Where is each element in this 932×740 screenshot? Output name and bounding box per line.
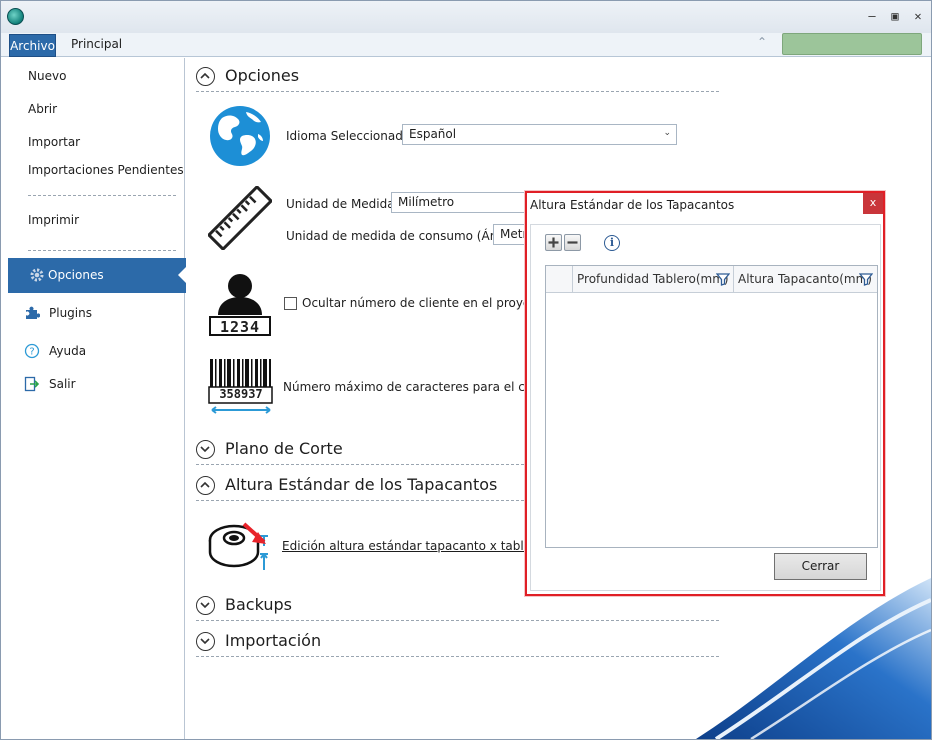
remove-row-button[interactable] <box>564 234 581 251</box>
chevron-up-icon[interactable] <box>196 476 215 495</box>
sidebar-item-importaciones-pendientes[interactable]: Importaciones Pendientes <box>28 163 184 177</box>
sidebar-item-label: Opciones <box>48 268 104 282</box>
section-divider <box>196 656 719 657</box>
idioma-select[interactable]: Español ⌄ <box>402 124 677 145</box>
chevron-down-icon: ⌄ <box>663 128 671 138</box>
gear-icon <box>29 267 45 283</box>
max-caracteres-label: Número máximo de caracteres para el códi… <box>283 380 559 394</box>
tab-principal[interactable]: Principal <box>71 37 122 51</box>
unidad-label: Unidad de Medida: <box>286 197 399 211</box>
client-number-text: 1234 <box>219 318 261 336</box>
sidebar-item-opciones[interactable]: Opciones <box>8 258 186 293</box>
globe-icon <box>208 104 272 168</box>
section-title: Importación <box>225 631 322 650</box>
svg-text:?: ? <box>29 347 34 358</box>
filter-icon[interactable] <box>858 272 874 286</box>
tab-archivo[interactable]: Archivo <box>9 34 56 57</box>
title-bar: – ▣ ✕ <box>1 1 931 33</box>
barcode-icon: 358937 <box>208 357 274 419</box>
sidebar-item-label: Plugins <box>49 306 92 320</box>
add-row-button[interactable] <box>545 234 562 251</box>
section-title: Opciones <box>225 66 300 85</box>
barcode-number-text: 358937 <box>219 387 263 401</box>
filter-icon[interactable] <box>715 272 731 286</box>
edge-tape-roll-icon <box>206 514 278 574</box>
unidad-select[interactable]: Milímetro <box>391 192 531 213</box>
ribbon: Archivo Principal ⌃ <box>1 33 931 57</box>
section-title: Altura Estándar de los Tapacantos <box>225 475 498 494</box>
info-icon[interactable]: i <box>604 235 620 251</box>
grid-header: Profundidad Tablero(mm) Altura Tapacanto… <box>546 266 877 293</box>
app-window: – ▣ ✕ Archivo Principal ⌃ Nuevo Abrir Im… <box>0 0 932 740</box>
dialog-title: Altura Estándar de los Tapacantos <box>530 198 735 212</box>
section-title: Plano de Corte <box>225 439 343 458</box>
section-divider <box>196 620 719 621</box>
chevron-up-icon[interactable] <box>196 67 215 86</box>
altura-dialog: Altura Estándar de los Tapacantos x i Pr… <box>525 191 885 596</box>
section-title: Backups <box>225 595 292 614</box>
ocultar-label: Ocultar número de cliente en el proyecto <box>302 296 549 310</box>
cerrar-button[interactable]: Cerrar <box>774 553 867 580</box>
edicion-altura-link[interactable]: Edición altura estándar tapacanto x tabl… <box>282 539 543 553</box>
ribbon-status-bar <box>782 33 922 55</box>
client-number-icon: 1234 <box>208 271 272 337</box>
close-window-icon[interactable]: ✕ <box>909 7 927 25</box>
sidebar-item-label: Ayuda <box>49 344 87 358</box>
maximize-icon[interactable]: ▣ <box>886 7 904 25</box>
unidad-consumo-value: Metr <box>500 227 528 241</box>
unidad-consumo-label: Unidad de medida de consumo (Área): <box>286 229 518 243</box>
dialog-close-button[interactable]: x <box>863 193 883 214</box>
sidebar-item-label: Salir <box>49 377 76 391</box>
chevron-up-icon[interactable]: ⌃ <box>757 35 767 49</box>
section-divider <box>196 91 719 92</box>
minimize-icon[interactable]: – <box>863 7 881 25</box>
chevron-down-icon[interactable] <box>196 596 215 615</box>
backstage-sidebar: Nuevo Abrir Importar Importaciones Pendi… <box>2 58 186 739</box>
chevron-down-icon[interactable] <box>196 632 215 651</box>
puzzle-icon <box>24 305 41 321</box>
idioma-label: Idioma Seleccionado: <box>286 129 415 143</box>
app-logo-icon <box>7 8 24 25</box>
sidebar-item-nuevo[interactable]: Nuevo <box>28 69 66 83</box>
column-header-altura[interactable]: Altura Tapacanto(mm) <box>738 266 872 293</box>
exit-icon <box>24 376 40 392</box>
altura-grid[interactable]: Profundidad Tablero(mm) Altura Tapacanto… <box>545 265 878 548</box>
sidebar-item-abrir[interactable]: Abrir <box>28 102 57 116</box>
column-header-profundidad[interactable]: Profundidad Tablero(mm) <box>577 266 729 293</box>
help-icon: ? <box>24 343 40 359</box>
ocultar-checkbox[interactable] <box>284 297 297 310</box>
unidad-value: Milímetro <box>398 195 455 209</box>
sidebar-item-importar[interactable]: Importar <box>28 135 80 149</box>
dialog-body: i Profundidad Tablero(mm) Altura Tapacan… <box>530 224 881 591</box>
idioma-value: Español <box>409 127 457 141</box>
sidebar-divider <box>28 195 176 196</box>
chevron-down-icon[interactable] <box>196 440 215 459</box>
sidebar-item-imprimir[interactable]: Imprimir <box>28 213 79 227</box>
column-separator <box>572 266 573 293</box>
column-separator <box>733 266 734 293</box>
sidebar-divider <box>28 250 176 251</box>
ruler-icon <box>206 184 274 252</box>
